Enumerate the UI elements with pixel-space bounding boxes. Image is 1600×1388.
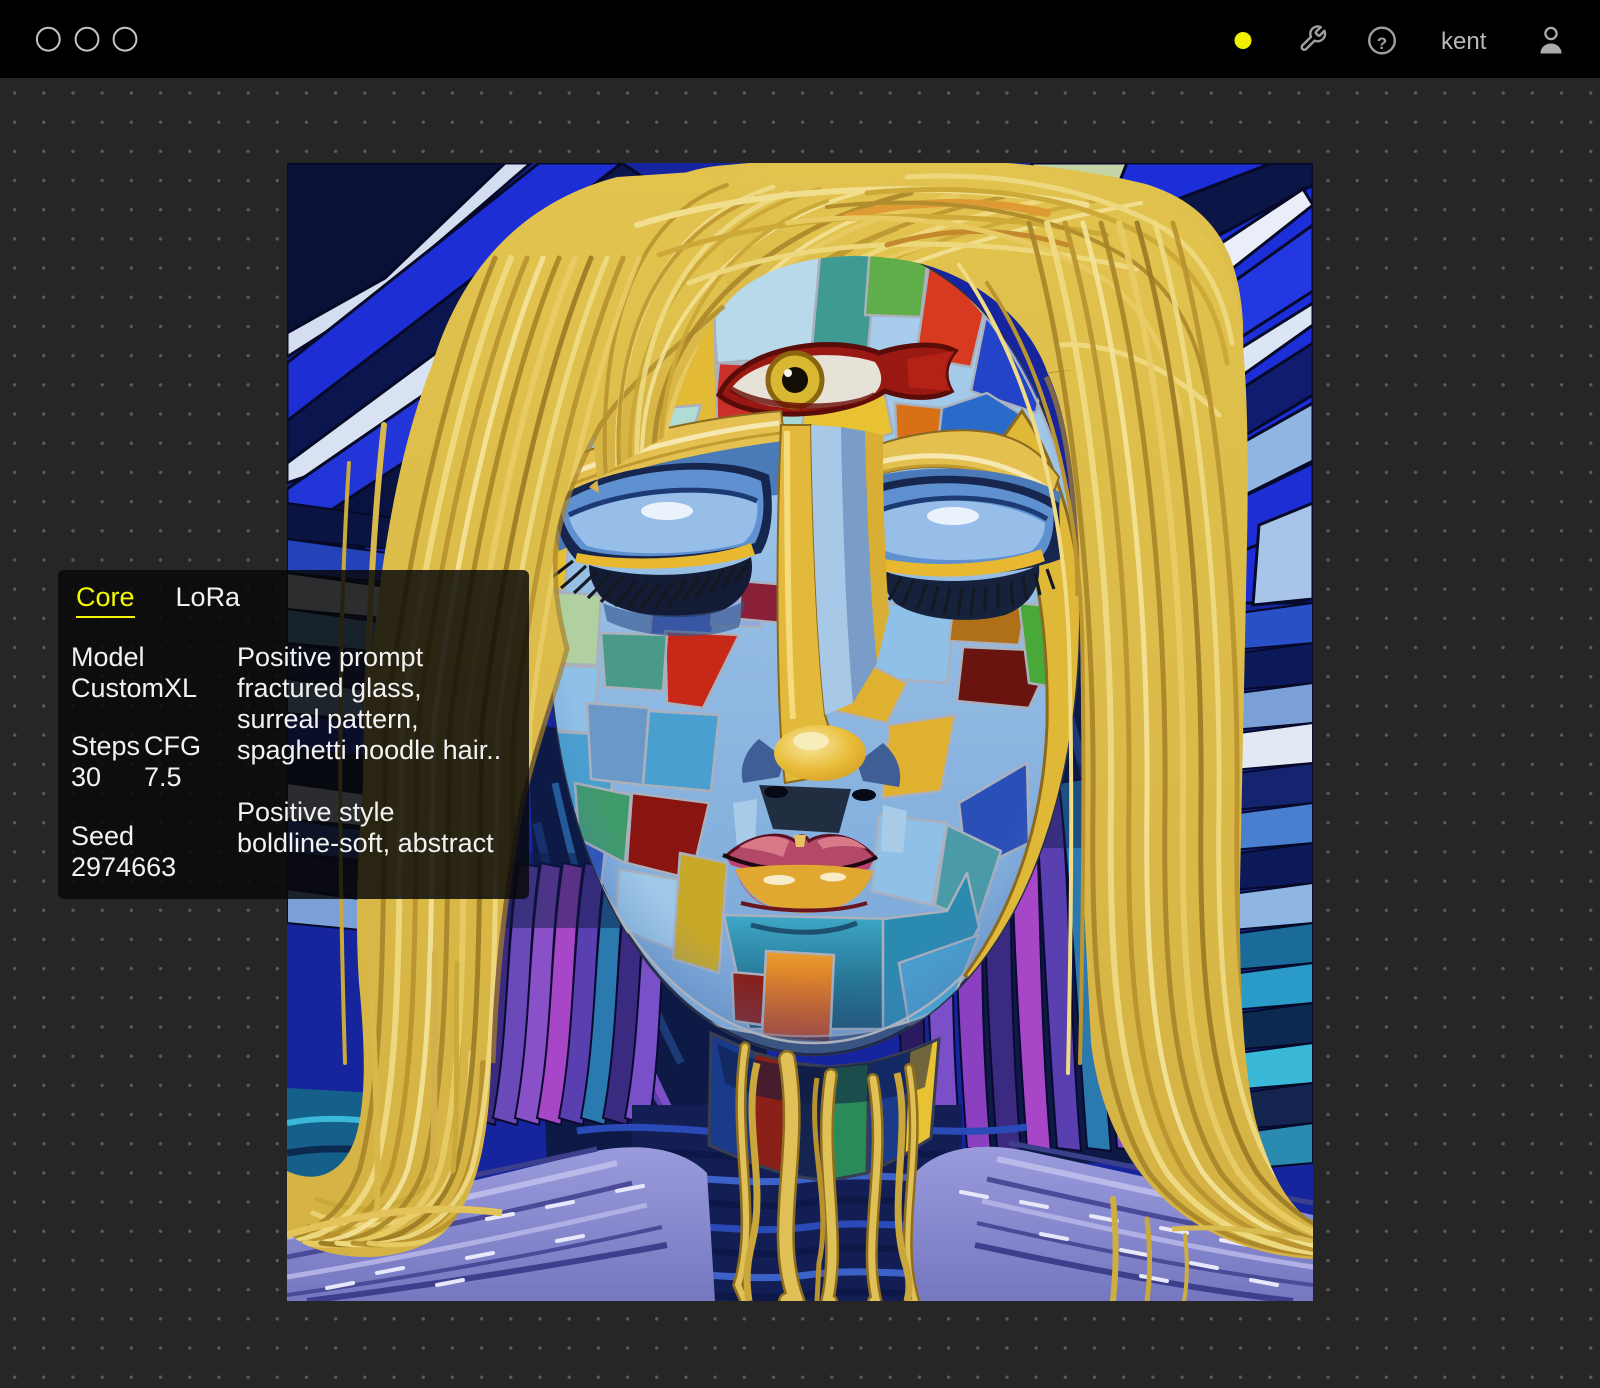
svg-text:kent: kent <box>1441 28 1487 55</box>
svg-text:?: ? <box>1377 34 1387 53</box>
